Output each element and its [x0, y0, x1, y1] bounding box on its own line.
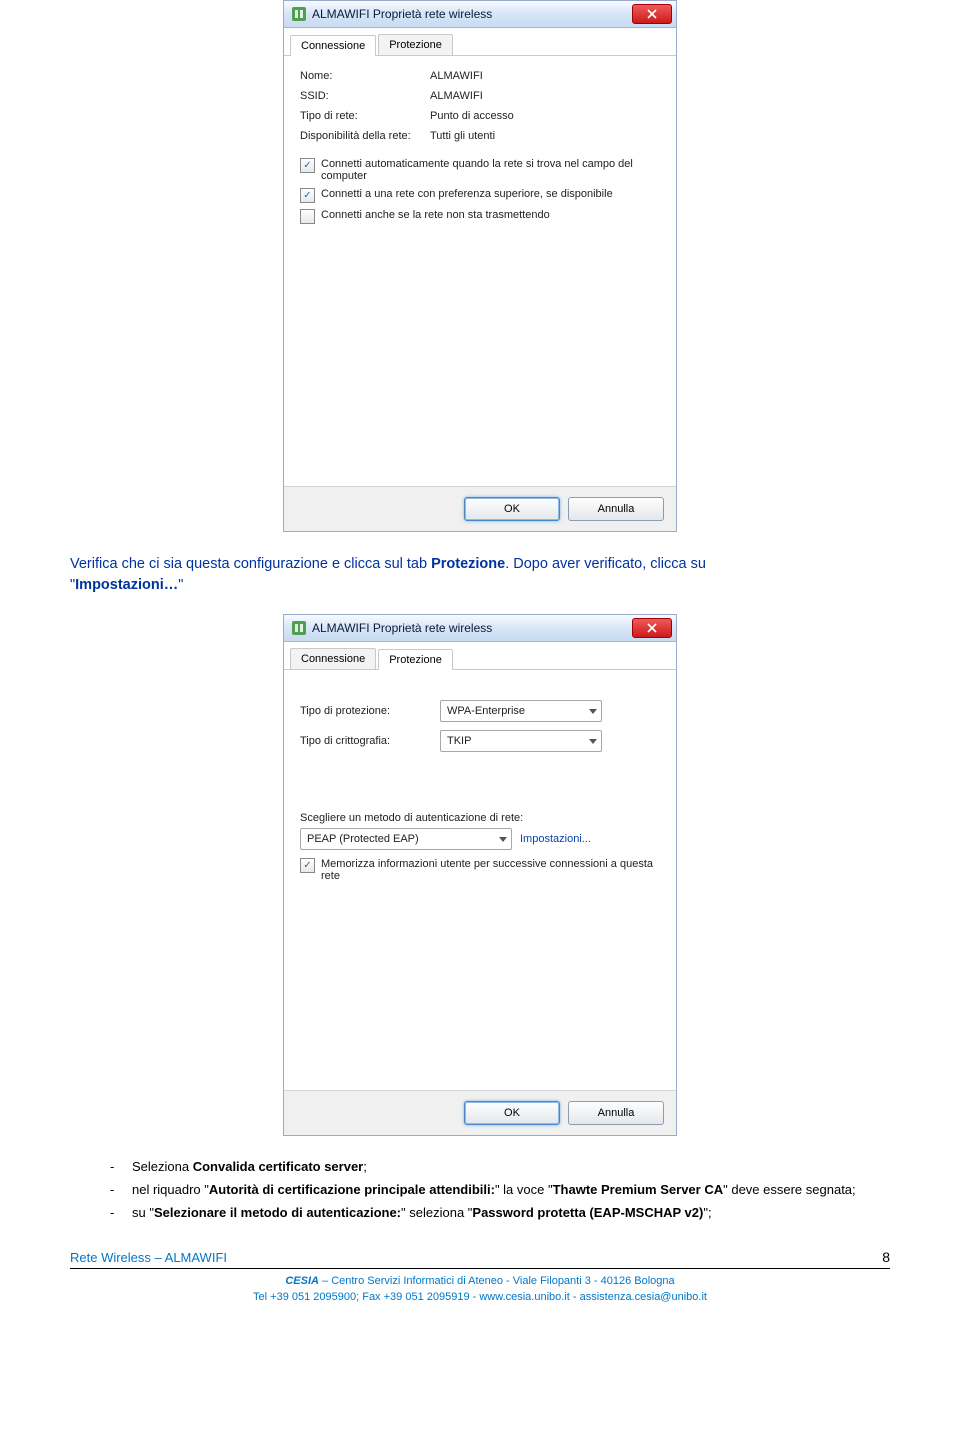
combo-tipoprot[interactable]: WPA-Enterprise: [440, 700, 602, 722]
close-button[interactable]: [632, 618, 672, 638]
list-item: nel riquadro "Autorità di certificazione…: [110, 1181, 890, 1200]
chevron-down-icon: [589, 739, 597, 744]
cancel-button[interactable]: Annulla: [568, 1101, 664, 1125]
tab-connessione[interactable]: Connessione: [290, 648, 376, 669]
close-icon: [647, 623, 657, 633]
tab-protezione[interactable]: Protezione: [378, 34, 453, 55]
wifi-icon: [292, 7, 306, 21]
checkbox-pref[interactable]: [300, 188, 315, 203]
close-button[interactable]: [632, 4, 672, 24]
wifi-properties-dialog-2: ALMAWIFI Proprietà rete wireless Conness…: [283, 614, 677, 1136]
ok-button[interactable]: OK: [464, 1101, 560, 1125]
checkbox-memorizza[interactable]: [300, 858, 315, 873]
value-disp: Tutti gli utenti: [430, 130, 660, 142]
window-title: ALMAWIFI Proprietà rete wireless: [312, 621, 492, 635]
label-scegliere: Scegliere un metodo di autenticazione di…: [300, 812, 660, 824]
combo-auth-value: PEAP (Protected EAP): [307, 833, 419, 845]
instruction-paragraph-1: Verifica che ci sia questa configurazion…: [0, 554, 960, 596]
label-disp: Disponibilità della rete:: [300, 130, 430, 142]
close-icon: [647, 9, 657, 19]
combo-auth-method[interactable]: PEAP (Protected EAP): [300, 828, 512, 850]
value-nome: ALMAWIFI: [430, 70, 660, 82]
list-item: su "Selezionare il metodo di autenticazi…: [110, 1204, 890, 1223]
chevron-down-icon: [499, 837, 507, 842]
titlebar[interactable]: ALMAWIFI Proprietà rete wireless: [284, 615, 676, 642]
checkbox-nontrasm-row[interactable]: Connetti anche se la rete non sta trasme…: [300, 209, 660, 224]
checkbox-pref-label: Connetti a una rete con preferenza super…: [321, 188, 660, 200]
label-tipo: Tipo di rete:: [300, 110, 430, 122]
page-number: 8: [882, 1249, 890, 1265]
button-row: OK Annulla: [284, 1090, 676, 1135]
checkbox-memorizza-row[interactable]: Memorizza informazioni utente per succes…: [300, 858, 660, 882]
instruction-list: Seleziona Convalida certificato server; …: [0, 1158, 960, 1223]
chevron-down-icon: [589, 709, 597, 714]
tabstrip: Connessione Protezione: [284, 642, 676, 670]
ok-button[interactable]: OK: [464, 497, 560, 521]
checkbox-nontrasm[interactable]: [300, 209, 315, 224]
checkbox-auto-connect-row[interactable]: Connetti automaticamente quando la rete …: [300, 158, 660, 182]
impostazioni-link[interactable]: Impostazioni...: [520, 833, 591, 845]
value-ssid: ALMAWIFI: [430, 90, 660, 102]
checkbox-memorizza-label: Memorizza informazioni utente per succes…: [321, 858, 660, 882]
checkbox-pref-row[interactable]: Connetti a una rete con preferenza super…: [300, 188, 660, 203]
footer-left: Rete Wireless – ALMAWIFI: [70, 1250, 227, 1265]
tab-connessione[interactable]: Connessione: [290, 35, 376, 56]
wifi-icon: [292, 621, 306, 635]
label-tipoprot: Tipo di protezione:: [300, 705, 440, 717]
titlebar[interactable]: ALMAWIFI Proprietà rete wireless: [284, 1, 676, 28]
label-ssid: SSID:: [300, 90, 430, 102]
dialog-body: Tipo di protezione: WPA-Enterprise Tipo …: [284, 670, 676, 1090]
checkbox-auto-connect-label: Connetti automaticamente quando la rete …: [321, 158, 660, 182]
checkbox-auto-connect[interactable]: [300, 158, 315, 173]
tabstrip: Connessione Protezione: [284, 28, 676, 56]
list-item: Seleziona Convalida certificato server;: [110, 1158, 890, 1177]
label-tipocrit: Tipo di crittografia:: [300, 735, 440, 747]
combo-tipocrit[interactable]: TKIP: [440, 730, 602, 752]
footer-center: CESIA – Centro Servizi Informatici di At…: [70, 1273, 890, 1306]
checkbox-nontrasm-label: Connetti anche se la rete non sta trasme…: [321, 209, 660, 221]
dialog-body: Nome:ALMAWIFI SSID:ALMAWIFI Tipo di rete…: [284, 56, 676, 486]
tab-protezione[interactable]: Protezione: [378, 649, 453, 670]
value-tipo: Punto di accesso: [430, 110, 660, 122]
button-row: OK Annulla: [284, 486, 676, 531]
combo-tipoprot-value: WPA-Enterprise: [447, 705, 525, 717]
window-title: ALMAWIFI Proprietà rete wireless: [312, 7, 492, 21]
cancel-button[interactable]: Annulla: [568, 497, 664, 521]
footer-divider: [70, 1268, 890, 1269]
combo-tipocrit-value: TKIP: [447, 735, 471, 747]
wifi-properties-dialog-1: ALMAWIFI Proprietà rete wireless Conness…: [283, 0, 677, 532]
label-nome: Nome:: [300, 70, 430, 82]
page-footer: Rete Wireless – ALMAWIFI 8 CESIA – Centr…: [0, 1249, 960, 1306]
